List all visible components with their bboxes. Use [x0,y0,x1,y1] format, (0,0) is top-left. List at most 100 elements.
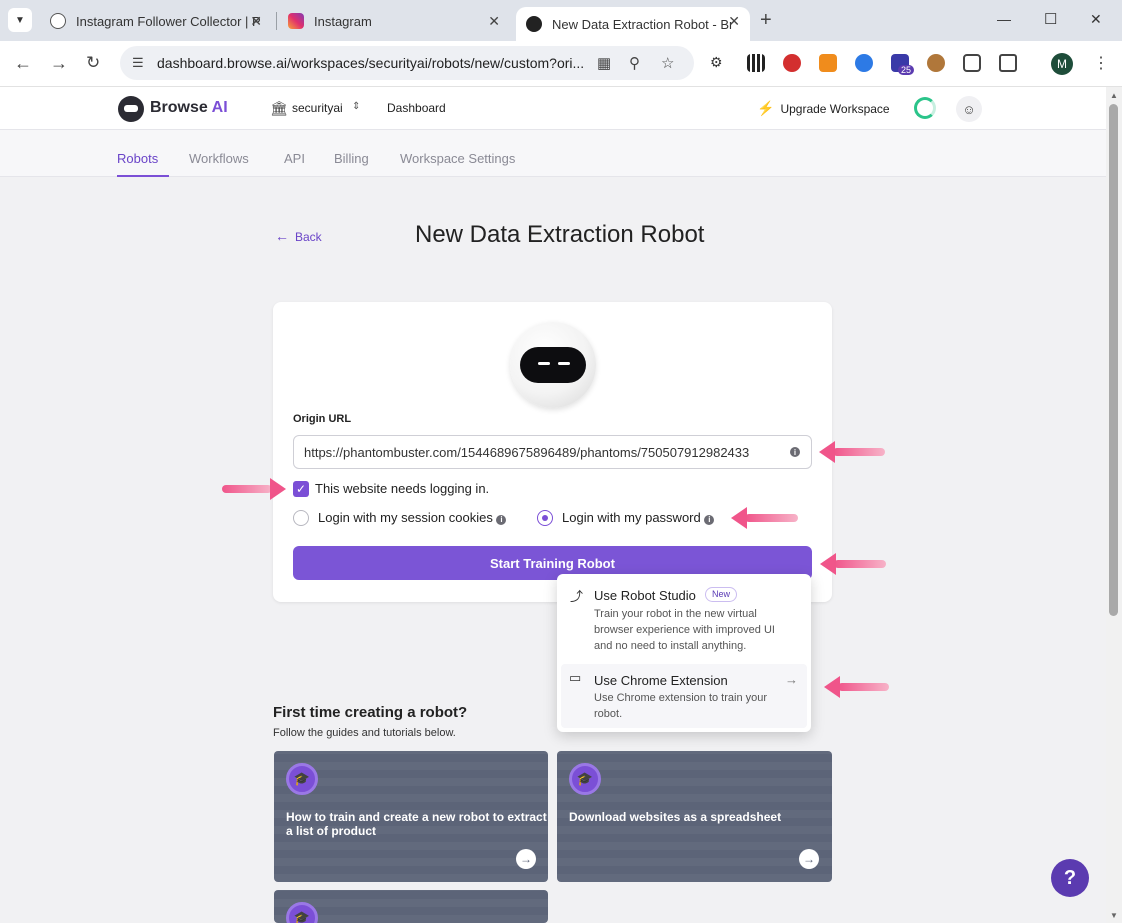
new-tab-button[interactable]: + [760,9,772,32]
robot-icon [526,16,542,32]
usage-ring-icon[interactable] [914,97,936,119]
zoom-icon[interactable]: ⚲ [629,54,640,72]
tab-search-button[interactable]: ▼ [8,8,32,32]
robot-eye [538,362,550,365]
profile-avatar[interactable]: M [1051,53,1073,75]
close-icon[interactable]: ✕ [250,13,262,30]
help-button[interactable]: ? [1051,859,1089,897]
browser-tab-bar: ▼ Instagram Follower Collector | P ✕ Ins… [0,0,1122,41]
chevron-updown-icon[interactable]: ⇕ [352,101,360,112]
bank-icon: 🏛 [270,100,288,116]
annotation-arrow [222,478,286,500]
ghost-icon [50,13,66,29]
graduation-cap-icon: 🎓 [569,763,601,795]
active-tab-indicator [117,175,169,177]
annotation-arrow [820,553,886,575]
annotation-arrow [824,676,889,698]
subnav-workflows[interactable]: Workflows [189,151,249,166]
user-icon[interactable]: ☺ [956,96,982,122]
origin-url-label: Origin URL [293,413,352,425]
scroll-up-icon[interactable]: ▲ [1110,91,1118,100]
forward-arrow-icon[interactable]: → [50,53,68,74]
robot-eye [558,362,570,365]
tab-title: Instagram [314,13,372,29]
guides-subtitle: Follow the guides and tutorials below. [273,727,456,739]
app-header: Browse AI 🏛 securityai ⇕ Dashboard ⚡ Upgr… [0,87,1106,130]
page-title: New Data Extraction Robot [415,221,705,248]
arrow-left-icon: ← [275,228,289,244]
link-extension-icon[interactable] [855,54,873,72]
subnav-api[interactable]: API [284,151,305,166]
guide-title: How to train and create a new robot to e… [286,810,547,838]
login-required-label: This website needs logging in. [315,481,490,496]
subnav-robots[interactable]: Robots [117,151,158,166]
qr-code-icon[interactable] [747,54,765,72]
address-url[interactable]: dashboard.browse.ai/workspaces/securitya… [157,55,584,71]
chrome-extension-desc: robot. [594,708,623,720]
minimize-icon[interactable]: — [997,11,1011,27]
tab-follower-collector[interactable]: Instagram Follower Collector | P ✕ [40,7,272,35]
info-icon[interactable]: i [790,447,800,457]
translate-icon[interactable]: ▦ [597,54,611,72]
cookie-icon[interactable] [927,54,945,72]
session-cookies-label: Login with my session cookies i [318,510,507,525]
close-icon[interactable]: ✕ [488,13,500,30]
lightning-icon: ⚡ [757,100,775,116]
scrollbar-thumb[interactable] [1109,104,1118,616]
browser-toolbar: ← → ↻ ☰ dashboard.browse.ai/workspaces/s… [0,41,1122,87]
tab-new-robot[interactable]: New Data Extraction Robot - Br ✕ [516,7,750,41]
extension-badge: 25 [898,65,915,75]
menu-kebab-icon[interactable]: ⋮ [1093,53,1109,73]
arrow-right-circle-icon[interactable]: → [516,849,536,869]
block-icon[interactable] [783,54,801,72]
back-label: Back [295,230,322,244]
browser-window-icon: ▭ [569,670,582,685]
arrow-right-circle-icon[interactable]: → [799,849,819,869]
image-icon[interactable] [963,54,981,72]
reload-icon[interactable]: ↻ [86,53,100,73]
back-link[interactable]: ← Back [275,228,322,244]
tab-divider [276,12,277,30]
robot-studio-option[interactable]: Use Robot Studio [594,588,696,603]
chrome-extension-desc: Use Chrome extension to train your [594,692,768,704]
robot-studio-desc: Train your robot in the new virtual [594,608,757,620]
chrome-extension-title[interactable]: Use Chrome Extension [594,673,728,688]
dashboard-link[interactable]: Dashboard [387,101,446,115]
site-settings-icon[interactable]: ☰ [132,55,144,71]
tab-instagram[interactable]: Instagram ✕ [278,7,510,35]
workspace-selector[interactable]: securityai [292,101,343,115]
login-required-checkbox[interactable]: ✓ [293,481,309,497]
info-icon[interactable]: i [496,514,507,525]
cursor-click-icon: ⤴ [570,589,584,604]
globe-extension-icon[interactable] [819,54,837,72]
robot-studio-desc: and no need to install anything. [594,640,747,652]
new-badge: New [705,587,738,602]
session-cookies-radio[interactable] [293,510,309,526]
guide-title: Download websites as a spreadsheet [569,810,782,824]
close-icon[interactable]: ✕ [728,13,740,30]
extension-icon[interactable]: ⚙ [710,54,728,72]
bookmark-star-icon[interactable]: ☆ [661,54,674,72]
origin-url-input[interactable]: https://phantombuster.com/15446896758964… [293,435,812,469]
guides-title: First time creating a robot? [273,704,468,721]
subnav-workspace-settings[interactable]: Workspace Settings [400,151,515,166]
back-arrow-icon[interactable]: ← [14,53,32,74]
upgrade-workspace-button[interactable]: ⚡ Upgrade Workspace [757,100,890,117]
info-icon[interactable]: i [704,514,715,525]
annotation-arrow [731,507,798,529]
extensions-puzzle-icon[interactable] [999,54,1017,72]
browse-ai-logo-icon[interactable] [118,96,144,122]
subnav-billing[interactable]: Billing [334,151,369,166]
robot-mascot [510,322,596,408]
tab-title: New Data Extraction Robot - Br [552,16,734,32]
password-radio[interactable] [537,510,553,526]
workspace-subnav: Robots Workflows API Billing Workspace S… [0,130,1106,177]
logo-text[interactable]: Browse AI [150,99,228,117]
address-bar[interactable]: ☰ dashboard.browse.ai/workspaces/securit… [120,46,694,80]
graduation-cap-icon: 🎓 [286,763,318,795]
close-window-icon[interactable]: ✕ [1090,11,1102,28]
instagram-icon [288,13,304,29]
maximize-icon[interactable]: ☐ [1044,10,1057,28]
tab-title: Instagram Follower Collector | P [76,13,261,29]
scroll-down-icon[interactable]: ▼ [1110,911,1118,920]
